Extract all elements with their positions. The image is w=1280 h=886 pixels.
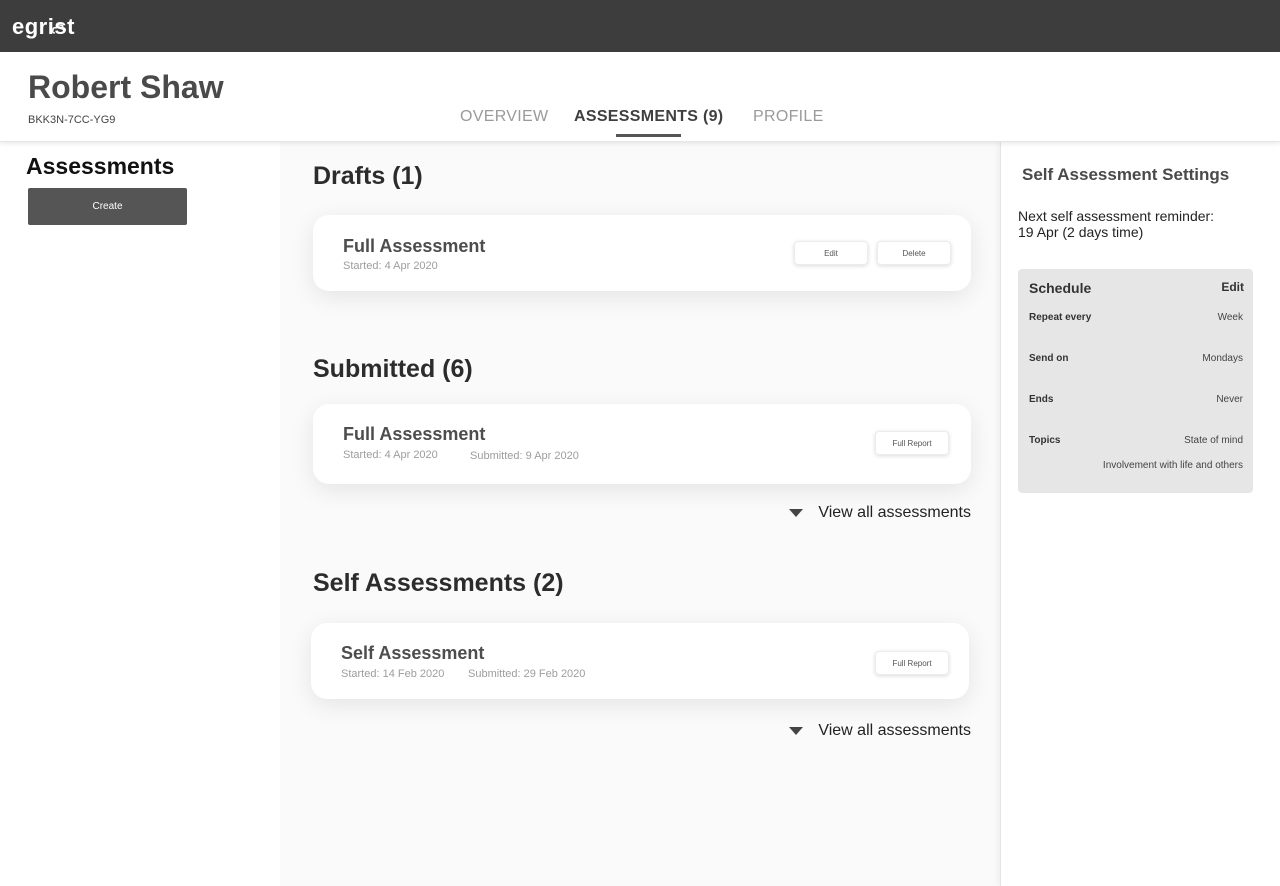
self-assessment-card-title[interactable]: Self Assessment bbox=[341, 643, 484, 664]
reminder-label: Next self assessment reminder: bbox=[1018, 208, 1215, 224]
schedule-label-ends: Ends bbox=[1029, 394, 1054, 405]
sidebar-title: Assessments bbox=[26, 153, 175, 179]
active-tab-indicator bbox=[616, 134, 681, 137]
tab-assessments[interactable]: ASSESSMENTS (9) bbox=[574, 108, 723, 126]
schedule-label-topics: Topics bbox=[1029, 435, 1061, 446]
draft-started-date: Started: 4 Apr 2020 bbox=[343, 260, 438, 272]
settings-title: Self Assessment Settings bbox=[1022, 165, 1230, 184]
user-name: Robert Shaw bbox=[28, 69, 224, 105]
top-bar: egrist bbox=[0, 0, 1280, 52]
submitted-card: Full Assessment Started: 4 Apr 2020 Subm… bbox=[313, 404, 971, 484]
tab-overview[interactable]: OVERVIEW bbox=[460, 108, 548, 126]
drafts-title: Drafts (1) bbox=[313, 162, 423, 190]
schedule-value-send-on: Mondays bbox=[1202, 353, 1243, 364]
self-full-report-button[interactable]: Full Report bbox=[875, 651, 949, 675]
view-all-label: View all assessments bbox=[818, 722, 971, 739]
edit-button[interactable]: Edit bbox=[794, 241, 868, 265]
schedule-label-send-on: Send on bbox=[1029, 353, 1069, 364]
draft-card-title[interactable]: Full Assessment bbox=[343, 236, 485, 257]
schedule-value-ends: Never bbox=[1216, 394, 1243, 405]
profile-header: Robert Shaw BKK3N-7CC-YG9 OVERVIEW ASSES… bbox=[0, 52, 1280, 142]
cloud-icon bbox=[52, 24, 66, 34]
reminder-text: Next self assessment reminder: 19 Apr (2… bbox=[1018, 208, 1214, 240]
self-submitted-date: Submitted: 29 Feb 2020 bbox=[468, 668, 586, 680]
view-all-label: View all assessments bbox=[818, 504, 971, 521]
self-assessment-card: Self Assessment Started: 14 Feb 2020 Sub… bbox=[311, 623, 969, 699]
view-all-submitted-link[interactable]: View all assessments bbox=[780, 503, 971, 523]
submitted-started-date: Started: 4 Apr 2020 bbox=[343, 449, 438, 461]
view-all-self-link[interactable]: View all assessments bbox=[780, 721, 971, 741]
delete-button[interactable]: Delete bbox=[877, 241, 951, 265]
submitted-title: Submitted (6) bbox=[313, 355, 473, 383]
reminder-value: 19 Apr (2 days time) bbox=[1018, 224, 1144, 240]
submitted-card-title[interactable]: Full Assessment bbox=[343, 424, 485, 445]
create-button[interactable]: Create bbox=[28, 188, 187, 225]
submitted-date: Submitted: 9 Apr 2020 bbox=[470, 450, 579, 462]
tab-profile[interactable]: PROFILE bbox=[753, 108, 824, 126]
schedule-value-repeat: Week bbox=[1217, 312, 1243, 323]
full-report-button[interactable]: Full Report bbox=[875, 431, 949, 455]
left-sidebar: Assessments Create bbox=[0, 142, 280, 886]
caret-down-icon bbox=[789, 727, 804, 735]
draft-card: Full Assessment Started: 4 Apr 2020 Edit… bbox=[313, 215, 971, 291]
self-started-date: Started: 14 Feb 2020 bbox=[341, 668, 445, 680]
schedule-card: Schedule Edit Repeat every Week Send on … bbox=[1018, 269, 1253, 493]
tab-bar: OVERVIEW ASSESSMENTS (9) PROFILE bbox=[0, 108, 1280, 138]
caret-down-icon bbox=[789, 509, 804, 517]
schedule-label-repeat: Repeat every bbox=[1029, 312, 1092, 323]
schedule-value-topic-1: State of mind bbox=[1184, 435, 1243, 446]
schedule-value-topic-2: Involvement with life and others bbox=[1102, 460, 1243, 471]
app-logo[interactable]: egrist bbox=[12, 14, 75, 40]
schedule-title: Schedule bbox=[1029, 280, 1092, 296]
self-assessments-title: Self Assessments (2) bbox=[313, 569, 564, 597]
settings-panel: Self Assessment Settings Next self asses… bbox=[1000, 142, 1280, 886]
schedule-edit-button[interactable]: Edit bbox=[1221, 280, 1244, 294]
main-content: Drafts (1) Full Assessment Started: 4 Ap… bbox=[280, 142, 1000, 886]
